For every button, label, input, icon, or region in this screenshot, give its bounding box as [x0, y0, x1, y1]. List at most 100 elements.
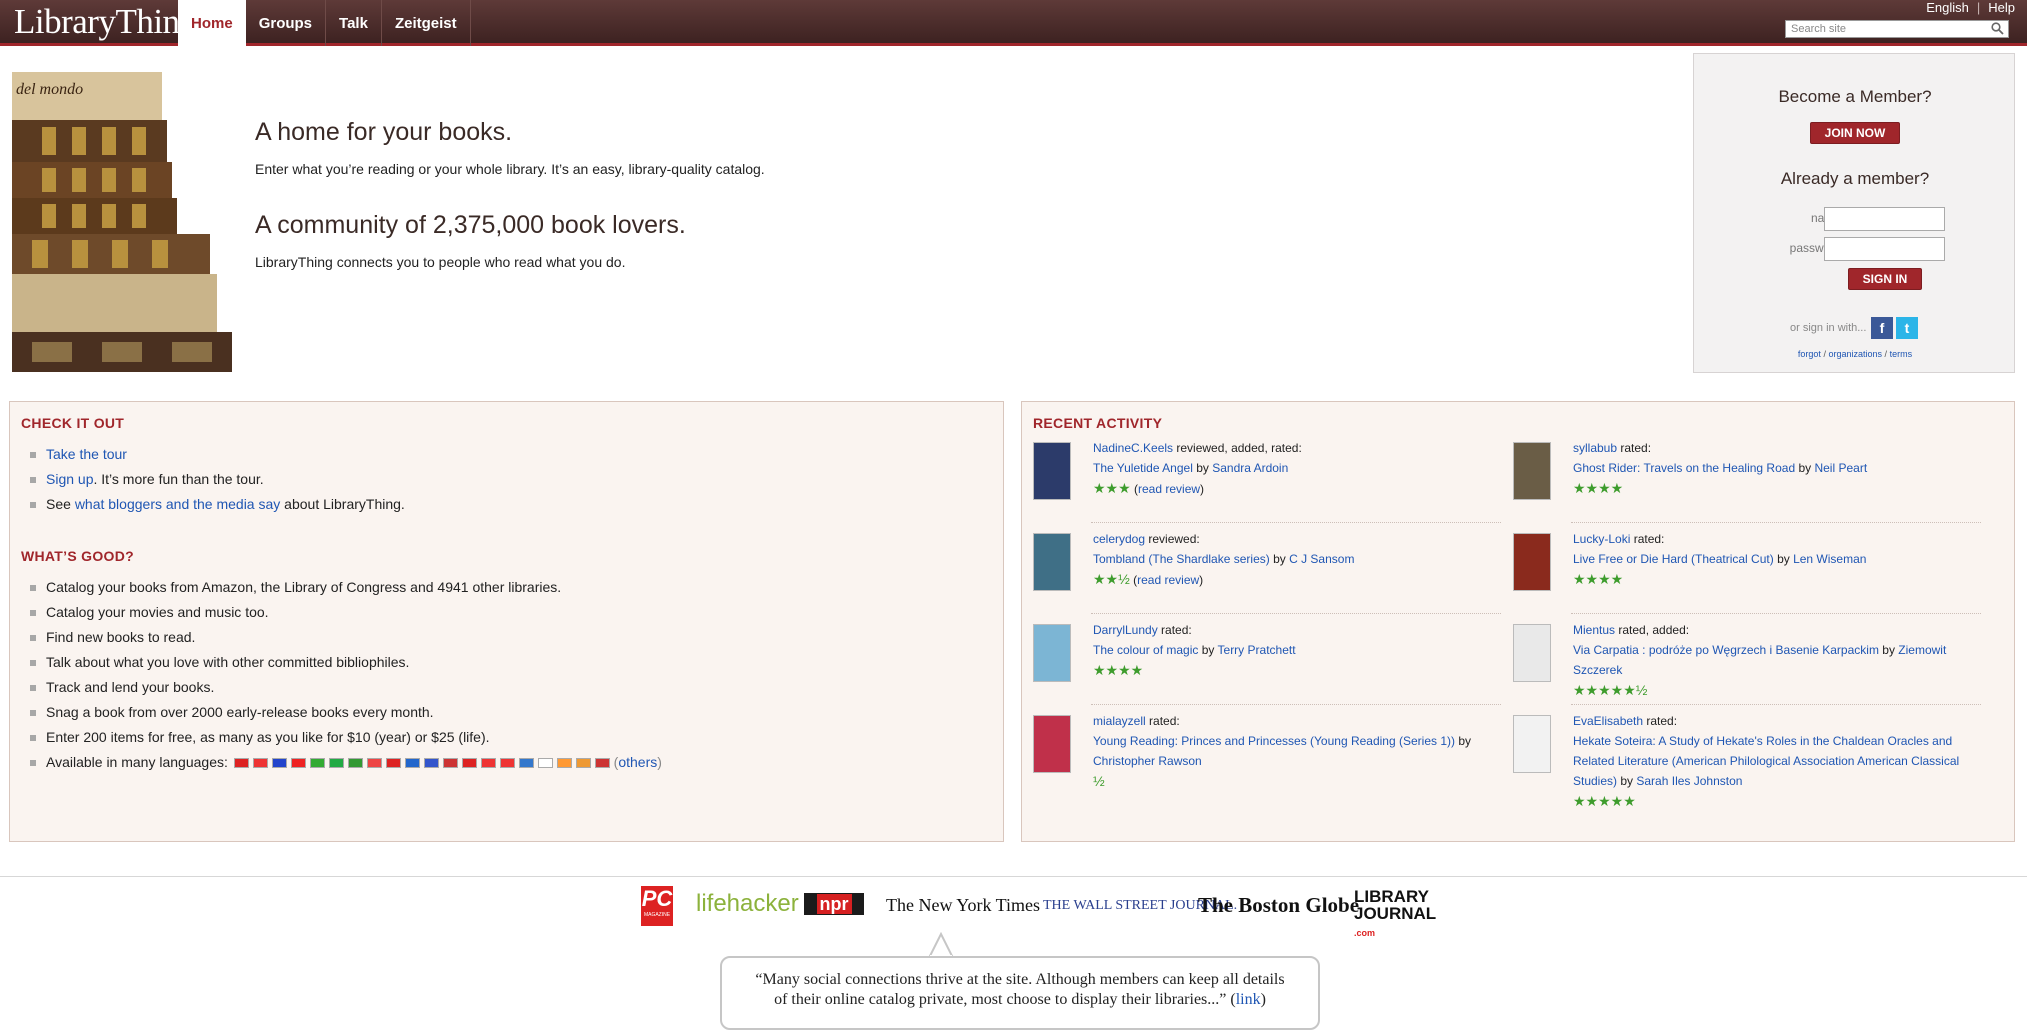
take-tour-link[interactable]: Take the tour	[46, 446, 127, 462]
author-link[interactable]: C J Sansom	[1289, 552, 1354, 566]
flag-icon[interactable]	[423, 758, 439, 769]
other-languages-link[interactable]: others	[618, 754, 657, 770]
check-it-out-list: Take the tour Sign up. It’s more fun tha…	[21, 442, 991, 517]
read-review-link[interactable]: read review	[1138, 482, 1200, 496]
activity-action: rated, added:	[1615, 623, 1690, 637]
work-title-link[interactable]: Live Free or Die Hard (Theatrical Cut)	[1573, 552, 1774, 566]
flag-icon[interactable]	[594, 758, 610, 769]
flag-icon[interactable]	[290, 758, 306, 769]
book-cover-image[interactable]	[1513, 715, 1551, 773]
work-title-link[interactable]: Via Carpatia : podróże po Węgrzech i Bas…	[1573, 643, 1879, 657]
book-cover-image[interactable]	[1513, 533, 1551, 591]
flag-icon[interactable]	[575, 758, 591, 769]
help-link[interactable]: Help	[1988, 0, 2015, 15]
member-link[interactable]: NadineC.Keels	[1093, 441, 1173, 455]
member-link[interactable]: Mientus	[1573, 623, 1615, 637]
activity-action: reviewed, added, rated:	[1173, 441, 1302, 455]
author-link[interactable]: Sandra Ardoin	[1212, 461, 1288, 475]
book-cover-image[interactable]	[1513, 624, 1551, 682]
author-link[interactable]: Neil Peart	[1814, 461, 1867, 475]
language-link[interactable]: English	[1926, 0, 1969, 15]
tab-home[interactable]: Home	[178, 0, 246, 46]
sign-in-button[interactable]: SIGN IN	[1847, 268, 1923, 290]
by-text: by	[1269, 552, 1290, 566]
site-logo[interactable]: LibraryThing	[14, 2, 197, 42]
quote-link[interactable]: link	[1236, 991, 1261, 1008]
member-link[interactable]: syllabub	[1573, 441, 1617, 455]
flag-icon[interactable]	[480, 758, 496, 769]
flag-icon[interactable]	[309, 758, 325, 769]
sign-up-text: . It’s more fun than the tour.	[93, 471, 264, 487]
member-link[interactable]: EvaElisabeth	[1573, 714, 1643, 728]
sign-up-link[interactable]: Sign up	[46, 471, 93, 487]
author-link[interactable]: Terry Pratchett	[1218, 643, 1296, 657]
flag-icon[interactable]	[366, 758, 382, 769]
work-title-link[interactable]: Tombland (The Shardlake series)	[1093, 552, 1270, 566]
flag-icon[interactable]	[556, 758, 572, 769]
search-input[interactable]: Search site	[1785, 20, 2009, 38]
svg-text:del mondo: del mondo	[16, 81, 83, 98]
activity-separator	[1571, 704, 1981, 705]
activity-text: Mientus rated, added: Via Carpatia : podr…	[1573, 620, 1983, 701]
activity-action: rated:	[1630, 532, 1665, 546]
flag-icon[interactable]	[271, 758, 287, 769]
by-text: by	[1198, 643, 1218, 657]
book-cover-image[interactable]	[1033, 442, 1071, 500]
whats-good-list: Catalog your books from Amazon, the Libr…	[21, 575, 991, 775]
author-link[interactable]: Len Wiseman	[1793, 552, 1866, 566]
hero-text-catalog: Enter what you’re reading or your whole …	[255, 161, 765, 177]
flag-icon[interactable]	[347, 758, 363, 769]
flag-icon[interactable]	[233, 758, 249, 769]
member-link[interactable]: celerydog	[1093, 532, 1145, 546]
tab-zeitgeist[interactable]: Zeitgeist	[382, 0, 471, 46]
book-cover-image[interactable]	[1033, 715, 1071, 773]
author-link[interactable]: Sarah Iles Johnston	[1636, 774, 1742, 788]
join-now-button[interactable]: JOIN NOW	[1809, 122, 1901, 144]
rating-stars-icon: ★★★★	[1093, 662, 1144, 678]
tab-talk[interactable]: Talk	[326, 0, 382, 46]
work-title-link[interactable]: Young Reading: Princes and Princesses (Y…	[1093, 734, 1455, 748]
author-link[interactable]: Christopher Rawson	[1093, 754, 1202, 768]
activity-action: rated:	[1617, 441, 1652, 455]
read-review-link[interactable]: read review	[1137, 573, 1199, 587]
flag-icon[interactable]	[385, 758, 401, 769]
flag-icon[interactable]	[252, 758, 268, 769]
rating-stars-icon: ★★★★★	[1573, 793, 1636, 809]
organizations-link[interactable]: organizations	[1828, 349, 1882, 359]
search-icon[interactable]	[1991, 22, 2004, 35]
book-cover-image[interactable]	[1033, 533, 1071, 591]
flag-icon[interactable]	[537, 758, 553, 769]
flag-icon[interactable]	[518, 758, 534, 769]
forgot-link[interactable]: forgot	[1798, 349, 1821, 359]
tab-groups[interactable]: Groups	[246, 0, 327, 46]
activity-separator	[1571, 522, 1981, 523]
divider: |	[1976, 0, 1981, 15]
twitter-icon[interactable]: t	[1896, 317, 1918, 339]
bloggers-link[interactable]: what bloggers and the media say	[75, 496, 280, 512]
flag-icon[interactable]	[328, 758, 344, 769]
activity-text: celerydog reviewed: Tombland (The Shardla…	[1093, 532, 1355, 587]
flag-icon[interactable]	[404, 758, 420, 769]
flag-icon[interactable]	[442, 758, 458, 769]
activity-separator	[1091, 522, 1501, 523]
book-cover-image[interactable]	[1513, 442, 1551, 500]
hero-heading-home: A home for your books.	[255, 118, 513, 146]
work-title-link[interactable]: The Yuletide Angel	[1093, 461, 1193, 475]
rating-stars-icon: ★★★★★½	[1573, 682, 1648, 698]
divider: /	[1884, 349, 1888, 359]
facebook-icon[interactable]: f	[1871, 317, 1893, 339]
password-field[interactable]	[1824, 237, 1945, 261]
flag-icon[interactable]	[499, 758, 515, 769]
book-cover-image[interactable]	[1033, 624, 1071, 682]
by-text: by	[1878, 643, 1899, 657]
rating-stars-icon: ★★★★	[1573, 480, 1624, 496]
terms-link[interactable]: terms	[1890, 349, 1913, 359]
member-link[interactable]: mialayzell	[1093, 714, 1146, 728]
work-title-link[interactable]: Ghost Rider: Travels on the Healing Road	[1573, 461, 1795, 475]
name-field[interactable]	[1824, 207, 1945, 231]
flag-icon[interactable]	[461, 758, 477, 769]
member-link[interactable]: DarrylLundy	[1093, 623, 1158, 637]
quote-end: )	[1260, 991, 1266, 1008]
work-title-link[interactable]: The colour of magic	[1093, 643, 1198, 657]
member-link[interactable]: Lucky-Loki	[1573, 532, 1630, 546]
